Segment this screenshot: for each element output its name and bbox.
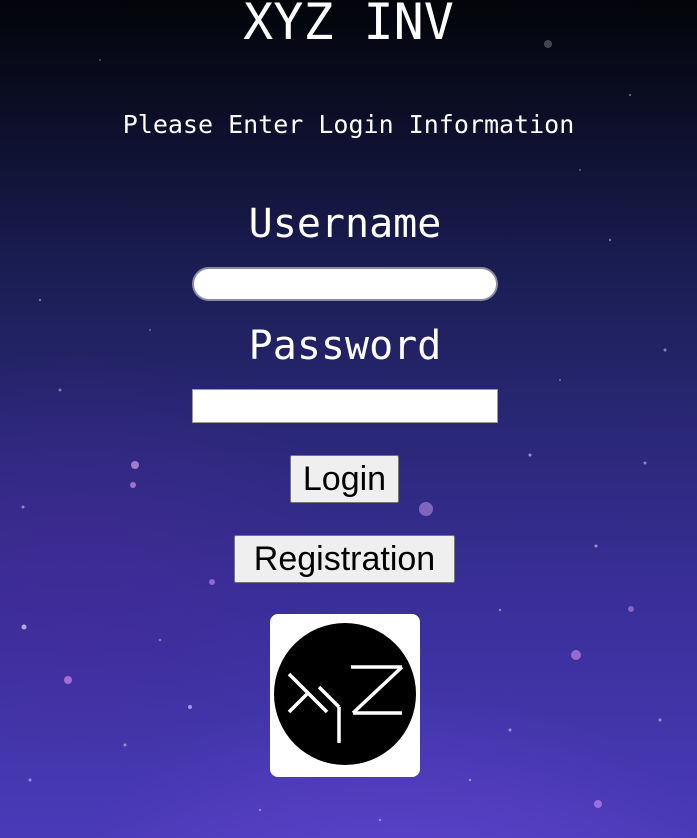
login-button[interactable]: Login <box>290 455 399 503</box>
registration-button[interactable]: Registration <box>234 535 455 583</box>
password-input[interactable] <box>192 389 498 423</box>
login-screen: XYZ INV Please Enter Login Information U… <box>0 0 697 838</box>
xyz-logo <box>270 614 420 777</box>
password-label: Password <box>248 323 442 369</box>
login-instructions: Please Enter Login Information <box>122 110 575 139</box>
app-title: XYZ INV <box>243 0 454 51</box>
username-input[interactable] <box>192 267 498 301</box>
xyz-logo-icon <box>274 623 416 765</box>
username-label: Username <box>248 201 442 247</box>
